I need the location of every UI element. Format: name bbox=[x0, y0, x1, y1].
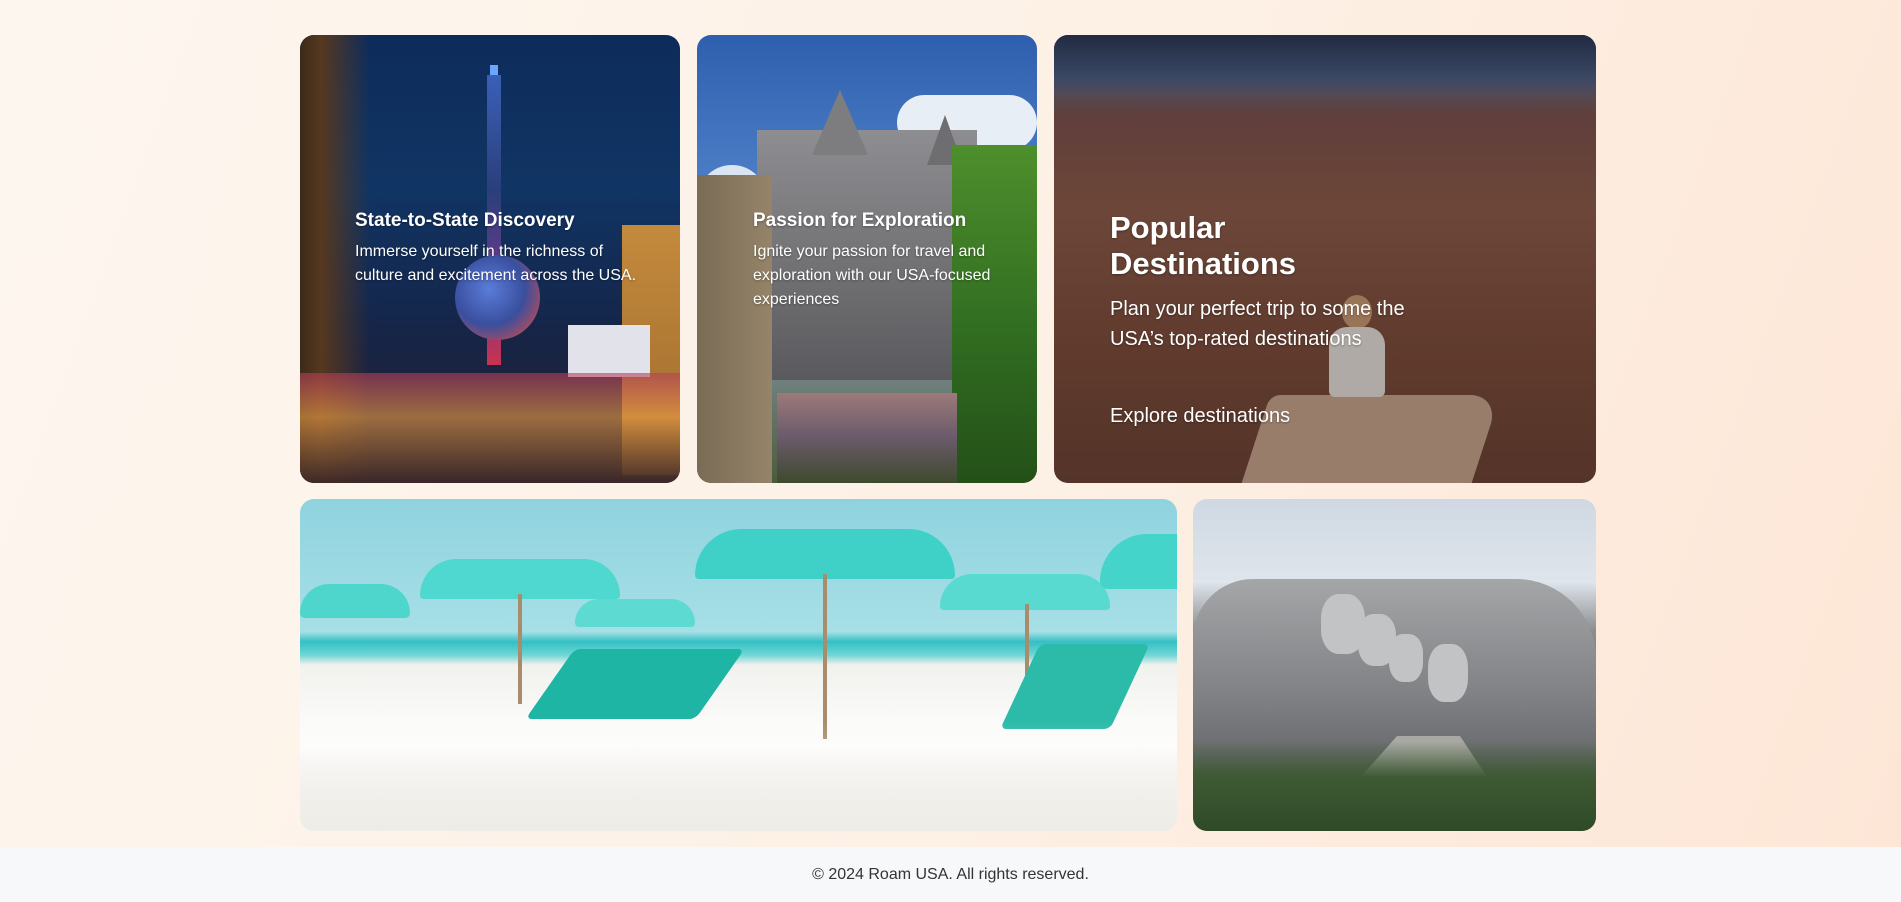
card-description: Ignite your passion for travel and explo… bbox=[753, 243, 991, 308]
explore-destinations-link[interactable]: Explore destinations bbox=[1110, 405, 1290, 428]
mount-rushmore-image-card bbox=[1193, 499, 1596, 831]
copyright-text: © 2024 Roam USA. All rights reserved. bbox=[812, 865, 1089, 883]
card-content: Passion for Exploration Ignite your pass… bbox=[753, 210, 1013, 312]
card-content: Popular Destinations Plan your perfect t… bbox=[1110, 210, 1410, 354]
site-footer: © 2024 Roam USA. All rights reserved. bbox=[0, 847, 1901, 902]
card-title: State-to-State Discovery bbox=[355, 210, 575, 231]
card-content: State-to-State Discovery Immerse yoursel… bbox=[355, 210, 655, 288]
card-title: Popular Destinations bbox=[1110, 210, 1297, 281]
card-title: Passion for Exploration bbox=[753, 210, 967, 231]
card-popular-destinations[interactable]: Popular Destinations Plan your perfect t… bbox=[1054, 35, 1596, 483]
card-passion-for-exploration[interactable]: Passion for Exploration Ignite your pass… bbox=[697, 35, 1037, 483]
card-description: Immerse yourself in the richness of cult… bbox=[355, 243, 637, 284]
card-description: Plan your perfect trip to some the USA’s… bbox=[1110, 298, 1405, 350]
beach-image-card bbox=[300, 499, 1177, 831]
card-state-to-state-discovery[interactable]: State-to-State Discovery Immerse yoursel… bbox=[300, 35, 680, 483]
